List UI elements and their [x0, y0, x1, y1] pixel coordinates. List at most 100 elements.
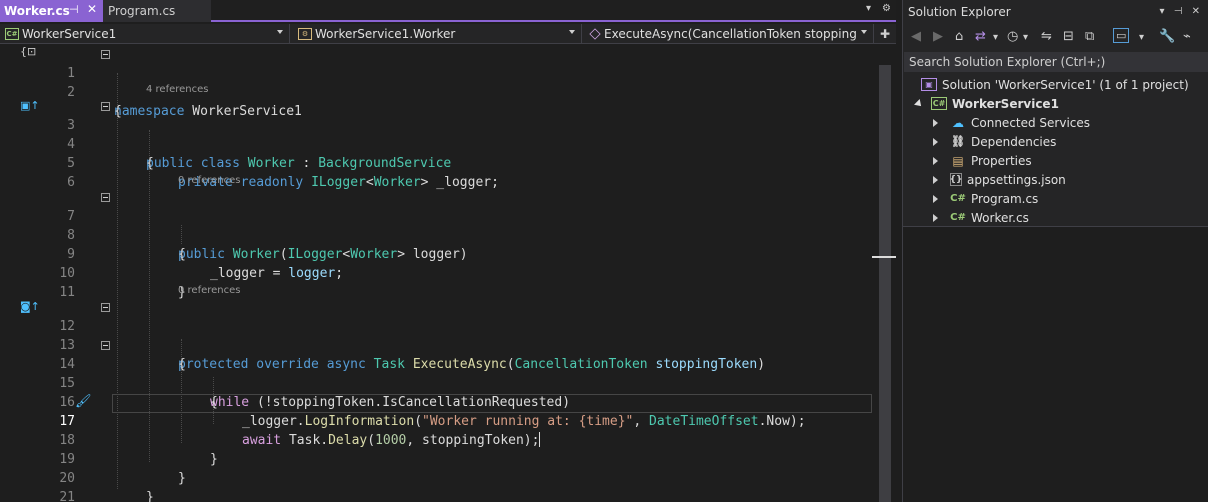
- forward-icon[interactable]: ▶: [933, 29, 943, 44]
- code-token: }: [146, 490, 154, 502]
- tree-item-dependencies[interactable]: ⛓ Dependencies: [933, 132, 1056, 151]
- solution-explorer-panel: Solution Explorer ▾ ⊣ ✕ ◀ ▶ ⌂ ⇄ ▾ ◷ ▾ ⇋ …: [902, 0, 1208, 502]
- switch-views-icon[interactable]: ⇄: [975, 29, 986, 44]
- collapse-all-icon[interactable]: ⊟: [1063, 29, 1074, 44]
- code-line: 2 {: [0, 64, 876, 119]
- caret-position-marker: [872, 256, 896, 258]
- collapsed-chevron-icon[interactable]: [933, 137, 938, 146]
- collapse-icon[interactable]: [101, 193, 110, 202]
- code-line: 12 protected override async Task Execute…: [0, 298, 876, 372]
- collapsed-chevron-icon[interactable]: [933, 118, 938, 127]
- collapse-icon[interactable]: [101, 50, 110, 59]
- chevron-down-icon[interactable]: ▾: [1023, 32, 1028, 43]
- show-all-files-icon[interactable]: ⧉: [1085, 29, 1094, 44]
- collapsed-chevron-icon[interactable]: [933, 175, 938, 184]
- code-editor[interactable]: Worker.cs ⊣ ✕ Program.cs ▾ ⚙ C# WorkerSe…: [0, 0, 896, 502]
- properties-wrench-icon[interactable]: 🔧: [1159, 29, 1175, 44]
- collapsed-chevron-icon[interactable]: [933, 194, 938, 203]
- chevron-down-icon[interactable]: ▾: [1139, 32, 1144, 43]
- tree-item-worker-cs[interactable]: C# Worker.cs: [933, 208, 1029, 227]
- view-code-icon[interactable]: ⌁: [1183, 29, 1191, 44]
- solution-search-input[interactable]: [904, 52, 1208, 72]
- code-line: 4 {: [0, 116, 876, 171]
- project-dropdown-label: WorkerService1: [22, 27, 117, 41]
- tab-program-cs[interactable]: Program.cs: [103, 0, 211, 22]
- split-window-icon[interactable]: ✚: [880, 27, 890, 41]
- class-dropdown[interactable]: ⚙ WorkerService1.Worker: [294, 24, 582, 44]
- tree-item-appsettings[interactable]: {} appsettings.json: [933, 170, 1066, 189]
- collapse-icon[interactable]: [101, 102, 110, 111]
- code-line: 3 public class Worker : BackgroundServic…: [0, 97, 876, 171]
- back-icon[interactable]: ◀: [911, 29, 921, 44]
- code-line: 7 public Worker(ILogger<Worker> logger): [0, 188, 876, 262]
- chevron-down-icon[interactable]: ▾: [993, 32, 998, 43]
- tree-item-solution[interactable]: ▣ Solution 'WorkerService1' (1 of 1 proj…: [921, 75, 1189, 94]
- code-line: 19 }: [0, 431, 876, 486]
- code-line: 15 {: [0, 355, 876, 410]
- tree-item-properties[interactable]: ▤ Properties: [933, 151, 1032, 170]
- code-line: 11: [0, 264, 876, 300]
- collapse-icon[interactable]: [101, 303, 110, 312]
- pending-changes-filter-icon[interactable]: ◷: [1007, 29, 1018, 44]
- code-line: 9 _logger = logger;: [0, 226, 876, 281]
- vertical-scrollbar[interactable]: [872, 45, 896, 502]
- csharp-project-icon: C#: [5, 28, 19, 40]
- tree-item-connected-services[interactable]: ☁ Connected Services: [933, 113, 1090, 132]
- code-line: 20 }: [0, 450, 876, 502]
- code-line: 21 }: [0, 469, 876, 502]
- code-line: 1 namespace WorkerService1: [0, 45, 876, 119]
- tab-label: Worker.cs: [4, 4, 70, 18]
- csharp-project-icon: C#: [931, 97, 947, 110]
- tree-item-label: Connected Services: [971, 115, 1091, 130]
- tab-list-dropdown-icon[interactable]: ▾: [866, 3, 871, 14]
- chevron-down-icon: [569, 30, 575, 34]
- code-line: 6: [0, 154, 876, 190]
- code-line: 16 _logger.LogInformation("Worker runnin…: [0, 374, 876, 429]
- collapse-icon[interactable]: [101, 341, 110, 350]
- solution-icon: ▣: [921, 78, 937, 91]
- collapsed-chevron-icon[interactable]: [933, 156, 938, 165]
- code-line: 5 private readonly ILogger<Worker> _logg…: [0, 135, 876, 190]
- codelens-references[interactable]: 0 references: [178, 173, 241, 188]
- method-icon: [589, 28, 601, 40]
- close-icon[interactable]: ✕: [87, 2, 97, 16]
- code-line: 14 while (!stoppingToken.IsCancellationR…: [0, 336, 876, 410]
- tab-label: Program.cs: [108, 4, 176, 18]
- codelens-references[interactable]: 0 references: [178, 283, 241, 298]
- code-text-area[interactable]: {⊡ ▣↑ ◙↑ 🖌 1 namespace WorkerService1 2 …: [0, 45, 876, 502]
- member-dropdown-label: ExecuteAsync(CancellationToken stoppingT…: [604, 27, 856, 41]
- tab-worker-cs[interactable]: Worker.cs ⊣ ✕: [0, 0, 103, 22]
- expanded-chevron-icon[interactable]: [914, 98, 924, 109]
- preview-selected-items-icon[interactable]: ▭: [1113, 28, 1130, 43]
- solution-explorer-toolbar: ◀ ▶ ⌂ ⇄ ▾ ◷ ▾ ⇋ ⊟ ⧉ ▭ ▾ 🔧 ⌁: [903, 26, 1208, 50]
- scrollbar-track[interactable]: [879, 65, 891, 502]
- code-line: 18 }: [0, 412, 876, 467]
- collapsed-chevron-icon[interactable]: [933, 213, 938, 222]
- tree-item-label: Worker.cs: [971, 210, 1029, 225]
- home-icon[interactable]: ⌂: [955, 29, 963, 44]
- code-line: 13 {: [0, 317, 876, 372]
- line-number: 21: [59, 490, 75, 502]
- pin-icon[interactable]: ⊣: [1174, 6, 1183, 17]
- properties-icon: ▤: [952, 153, 964, 168]
- codelens-references[interactable]: 4 references: [146, 82, 209, 97]
- chevron-down-icon: [277, 30, 283, 34]
- gear-icon[interactable]: ⚙: [882, 3, 891, 14]
- chevron-down-icon: [861, 30, 867, 34]
- project-dropdown[interactable]: C# WorkerService1: [2, 24, 290, 44]
- code-line-current: 17 await Task.Delay(1000, stoppingToken)…: [0, 393, 876, 448]
- pin-icon[interactable]: ⊣: [69, 3, 79, 16]
- member-dropdown[interactable]: ExecuteAsync(CancellationToken stoppingT…: [586, 24, 874, 44]
- csharp-file-icon: C#: [950, 193, 966, 204]
- tree-item-program-cs[interactable]: C# Program.cs: [933, 189, 1038, 208]
- class-icon: ⚙: [298, 28, 312, 40]
- tree-item-label: Solution 'WorkerService1' (1 of 1 projec…: [942, 77, 1189, 92]
- cloud-icon: ☁: [952, 115, 964, 130]
- tree-item-label: Properties: [971, 153, 1032, 168]
- close-icon[interactable]: ✕: [1192, 6, 1200, 17]
- chevron-down-icon[interactable]: ▾: [1159, 6, 1164, 17]
- csharp-file-icon: C#: [950, 212, 966, 223]
- code-line: 8 {: [0, 207, 876, 262]
- sync-with-document-icon[interactable]: ⇋: [1041, 29, 1052, 44]
- tree-item-project[interactable]: C# WorkerService1: [914, 94, 1059, 113]
